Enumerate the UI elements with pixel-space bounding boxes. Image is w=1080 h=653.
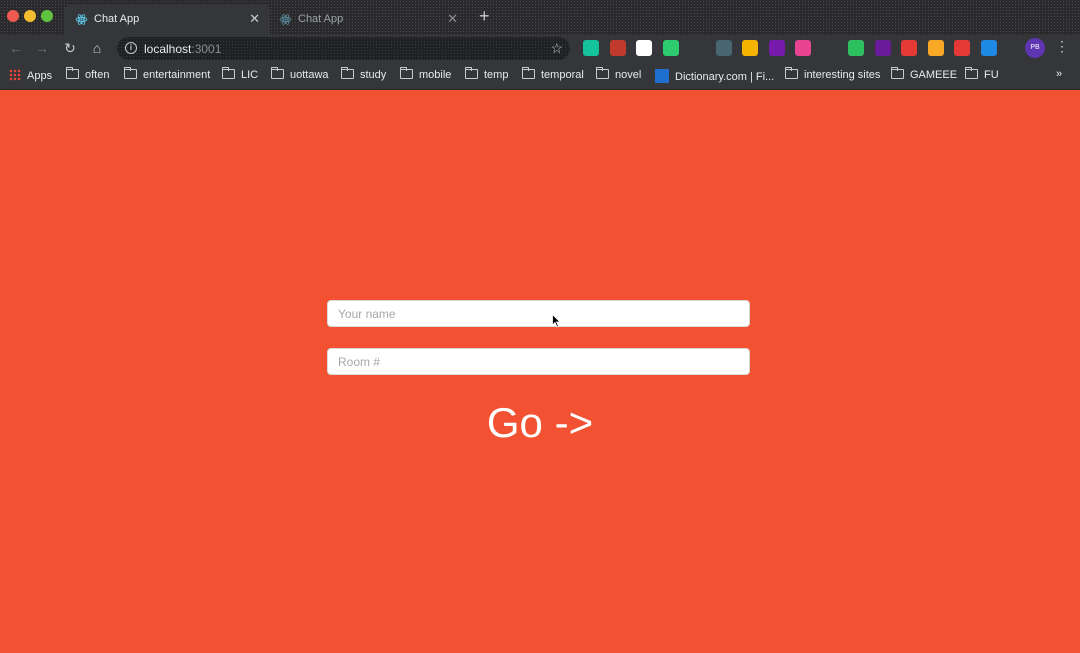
browser-toolbar: ← → ↻ ⌂ i localhost:3001 ☆ PB ⋮ <box>0 35 1080 62</box>
folder-icon <box>222 67 235 79</box>
target-icon[interactable] <box>663 40 679 56</box>
folder-icon <box>465 67 478 79</box>
folder-icon <box>522 67 535 79</box>
folder-icon <box>124 67 137 79</box>
mouse-cursor-icon <box>552 314 561 328</box>
site-info-icon[interactable]: i <box>125 42 137 54</box>
tab-title: Chat App <box>298 13 344 25</box>
tab-chat-app-active[interactable]: Chat App ✕ <box>64 4 270 35</box>
folder-icon <box>785 67 798 79</box>
bookmark-temp[interactable]: temp <box>465 67 509 83</box>
notion-icon[interactable] <box>636 40 652 56</box>
home-icon[interactable]: ⌂ <box>88 39 106 57</box>
apps-grid-icon <box>9 69 21 81</box>
compass-icon[interactable] <box>954 40 970 56</box>
menu-icon[interactable]: ⋮ <box>1055 38 1069 55</box>
bookmark-study[interactable]: study <box>341 67 387 83</box>
onenote-icon[interactable] <box>769 40 785 56</box>
bookmark-label: entertainment <box>143 69 211 81</box>
more-bookmarks-icon[interactable]: » <box>1056 68 1062 80</box>
room-input[interactable] <box>327 348 750 375</box>
x-extension-icon[interactable] <box>689 40 705 56</box>
dev-icon[interactable] <box>716 40 732 56</box>
bookmark-label: often <box>85 69 110 81</box>
bookmark-interesting-sites[interactable]: interesting sites <box>785 67 881 83</box>
evernote-icon[interactable] <box>848 40 864 56</box>
bookmark-label: novel <box>615 69 642 81</box>
bookmark-lic[interactable]: LIC <box>222 67 259 83</box>
bookmark-label: interesting sites <box>804 69 881 81</box>
bookmark-often[interactable]: often <box>66 67 110 83</box>
forward-icon[interactable]: → <box>33 39 51 57</box>
pocket-icon[interactable] <box>822 40 838 56</box>
address-bar[interactable]: i localhost:3001 ☆ <box>117 37 570 60</box>
colorzilla-icon[interactable] <box>795 40 811 56</box>
tab-chat-app[interactable]: Chat App ✕ <box>268 4 468 35</box>
bookmark-label: temp <box>484 69 509 81</box>
bookmark-dictionary-com-fi[interactable]: Dictionary.com | Fi... <box>655 69 774 83</box>
tab-strip: Chat App ✕ Chat App ✕ + <box>0 0 1080 35</box>
folder-icon <box>66 67 79 79</box>
name-input[interactable] <box>327 300 750 327</box>
grammarly-icon[interactable] <box>583 40 599 56</box>
profile-avatar[interactable]: PB <box>1025 38 1045 58</box>
bookmark-label: uottawa <box>290 69 329 81</box>
bookmark-temporal[interactable]: temporal <box>522 67 584 83</box>
shield-icon[interactable] <box>981 40 997 56</box>
folder-icon <box>891 67 904 79</box>
close-tab-icon[interactable]: ✕ <box>249 11 260 27</box>
bookmark-label: temporal <box>541 69 584 81</box>
folder-icon <box>596 67 609 79</box>
bookmarks-bar: Apps often entertainment LIC uottawa study mob… <box>0 62 1080 90</box>
heart-icon[interactable] <box>901 40 917 56</box>
bookmark-gameee[interactable]: GAMEEE <box>891 67 958 83</box>
bookmark-label: FU <box>984 69 999 81</box>
new-tab-icon[interactable]: + <box>479 6 490 27</box>
address-url: localhost:3001 <box>144 42 222 56</box>
video-recorder-icon[interactable] <box>610 40 626 56</box>
bookmark-fu[interactable]: FU <box>965 67 999 83</box>
folder-icon <box>965 67 978 79</box>
folder-icon <box>400 67 413 79</box>
bookmark-entertainment[interactable]: entertainment <box>124 67 211 83</box>
chrome-ext-icon[interactable] <box>742 40 758 56</box>
maximize-window-button[interactable] <box>41 10 53 22</box>
bookmark-label: mobile <box>419 69 452 81</box>
tab-title: Chat App <box>94 13 140 25</box>
react-icon <box>75 14 88 25</box>
close-tab-icon[interactable]: ✕ <box>447 11 458 27</box>
back-icon[interactable]: ← <box>7 39 25 57</box>
minimize-window-button[interactable] <box>24 10 36 22</box>
bookmark-mobile[interactable]: mobile <box>400 67 452 83</box>
dictionary-icon <box>655 69 669 83</box>
reload-icon[interactable]: ↻ <box>61 39 79 57</box>
close-window-button[interactable] <box>7 10 19 22</box>
bookmark-uottawa[interactable]: uottawa <box>271 67 329 83</box>
folder-icon <box>271 67 284 79</box>
go-button[interactable]: Go -> <box>440 398 640 448</box>
play-icon[interactable] <box>928 40 944 56</box>
bookmark-label: GAMEEE <box>910 69 958 81</box>
bookmark-apps[interactable]: Apps <box>9 69 52 83</box>
bookmark-label: Apps <box>27 70 53 82</box>
bookmark-star-icon[interactable]: ☆ <box>550 40 563 57</box>
folder-icon <box>341 67 354 79</box>
bookmark-novel[interactable]: novel <box>596 67 642 83</box>
react-icon <box>279 14 292 25</box>
bookmark-label: study <box>360 69 387 81</box>
bookmark-label: LIC <box>241 69 259 81</box>
bookmark-label: Dictionary.com | Fi... <box>675 71 775 83</box>
ap-icon[interactable] <box>875 40 891 56</box>
